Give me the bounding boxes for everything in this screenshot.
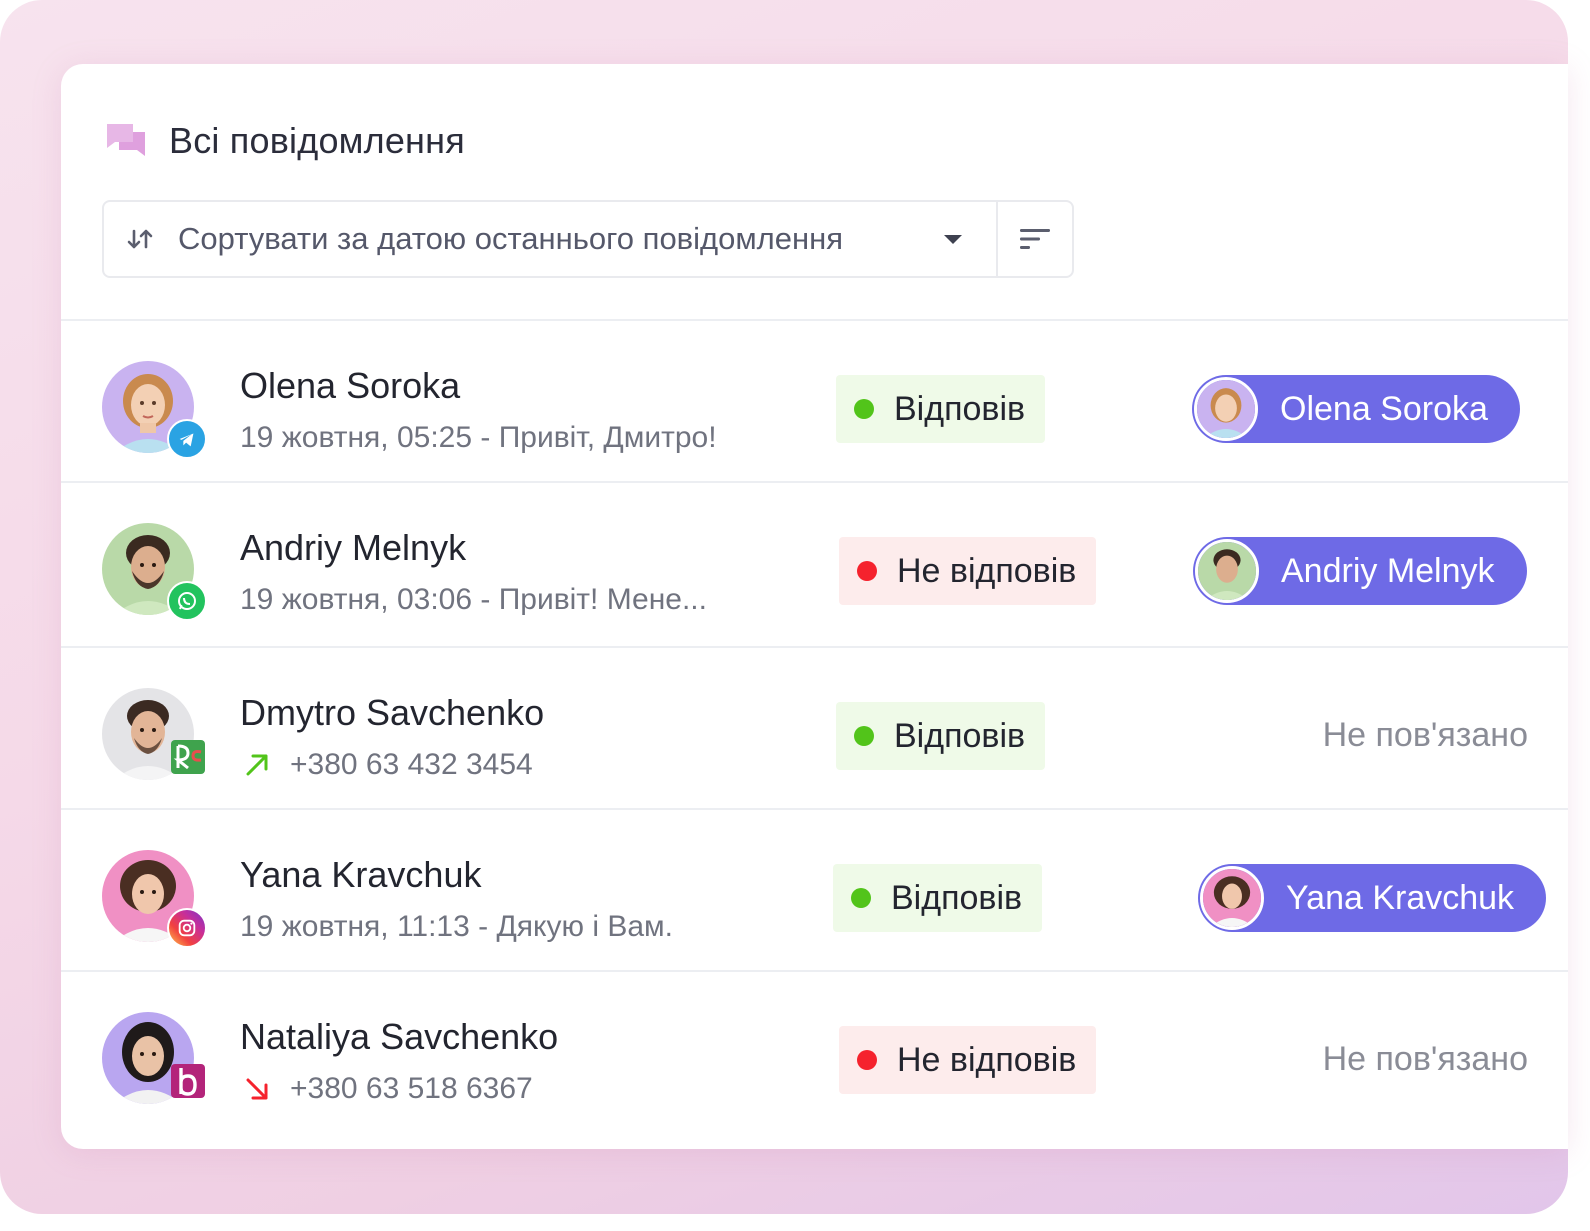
assignee-name: Olena Soroka: [1280, 389, 1488, 428]
last-message-text: 19 жовтня, 11:13 - Дякую і Вам.: [240, 910, 673, 943]
status-label: Відповів: [891, 878, 1023, 917]
contact-name: Nataliya Savchenko: [240, 1016, 559, 1057]
sort-arrows-icon: [127, 229, 153, 249]
telegram-icon: [167, 419, 207, 459]
assignee-avatar: [1194, 377, 1258, 441]
panel-header: Всі повідомлення: [105, 116, 465, 166]
conversation-row[interactable]: Yana Kravchuk 19 жовтня, 11:13 - Дякую і…: [61, 808, 1568, 970]
unlinked-label: Не пов'язано: [1322, 1040, 1528, 1078]
status-badge: Не відповів: [839, 537, 1097, 605]
call-info: +380 63 518 6367: [240, 1072, 533, 1106]
ringostat-icon: [171, 740, 205, 774]
contact-name: Yana Kravchuk: [240, 854, 482, 895]
assignee-avatar: [1200, 866, 1264, 930]
status-badge: Відповів: [833, 864, 1043, 932]
sort-bar: Сортувати за датою останнього повідомлен…: [102, 200, 1074, 278]
contact-name: Andriy Melnyk: [240, 527, 467, 568]
status-label: Відповів: [894, 716, 1026, 755]
binotel-icon: [171, 1064, 205, 1098]
status-dot: [854, 726, 874, 746]
last-message: 19 жовтня, 05:25 - Привіт, Дмитро!: [240, 421, 717, 455]
assignee-chip[interactable]: Olena Soroka: [1192, 375, 1520, 443]
whatsapp-icon: [167, 581, 207, 621]
caret-down-icon: [944, 235, 963, 244]
conversation-list: Olena Soroka 19 жовтня, 05:25 - Привіт, …: [61, 319, 1568, 1132]
assignee-avatar: [1195, 539, 1259, 603]
conversation-row[interactable]: Nataliya Savchenko +380 63 518 6367 Не в…: [61, 970, 1568, 1132]
page-title: Всі повідомлення: [169, 120, 465, 161]
status-label: Не відповів: [897, 551, 1077, 590]
assignee-chip[interactable]: Andriy Melnyk: [1193, 537, 1527, 605]
last-message-text: 19 жовтня, 05:25 - Привіт, Дмитро!: [240, 421, 717, 454]
sort-label: Сортувати за датою останнього повідомлен…: [178, 221, 844, 256]
contact-name: Olena Soroka: [240, 365, 461, 406]
last-message: 19 жовтня, 11:13 - Дякую і Вам.: [240, 910, 673, 944]
conversation-row[interactable]: Olena Soroka 19 жовтня, 05:25 - Привіт, …: [61, 319, 1568, 481]
status-label: Відповів: [894, 389, 1026, 428]
status-dot: [854, 399, 874, 419]
conversation-row[interactable]: Andriy Melnyk 19 жовтня, 03:06 - Привіт!…: [61, 481, 1568, 646]
status-badge: Відповів: [836, 375, 1046, 443]
status-label: Не відповів: [897, 1040, 1077, 1079]
last-message: 19 жовтня, 03:06 - Привіт! Мене...: [240, 583, 707, 617]
incoming-call-icon: [246, 1078, 268, 1100]
sort-lines-icon: [1020, 229, 1051, 249]
unlinked-label: Не пов'язано: [1322, 716, 1528, 754]
conversation-row[interactable]: Dmytro Savchenko +380 63 432 3454 Відпов…: [61, 646, 1568, 808]
assignee-name: Yana Kravchuk: [1286, 878, 1515, 917]
contact-name: Dmytro Savchenko: [240, 692, 545, 733]
status-dot: [857, 561, 877, 581]
status-badge: Відповів: [836, 702, 1046, 770]
phone-number: +380 63 432 3454: [290, 748, 533, 781]
status-badge: Не відповів: [839, 1026, 1097, 1094]
outgoing-call-icon: [246, 754, 268, 776]
sort-order-button[interactable]: [998, 202, 1072, 276]
call-info: +380 63 432 3454: [240, 748, 533, 782]
status-dot: [857, 1050, 877, 1070]
assignee-name: Andriy Melnyk: [1281, 551, 1495, 590]
sort-dropdown[interactable]: Сортувати за датою останнього повідомлен…: [104, 202, 999, 276]
messages-panel: Всі повідомлення Сортувати за датою оста…: [61, 64, 1568, 1149]
status-dot: [851, 888, 871, 908]
phone-number: +380 63 518 6367: [290, 1072, 533, 1105]
assignee-chip[interactable]: Yana Kravchuk: [1198, 864, 1547, 932]
last-message-text: 19 жовтня, 03:06 - Привіт! Мене...: [240, 583, 707, 616]
instagram-icon: [167, 908, 207, 948]
chat-bubbles-icon: [107, 124, 145, 156]
